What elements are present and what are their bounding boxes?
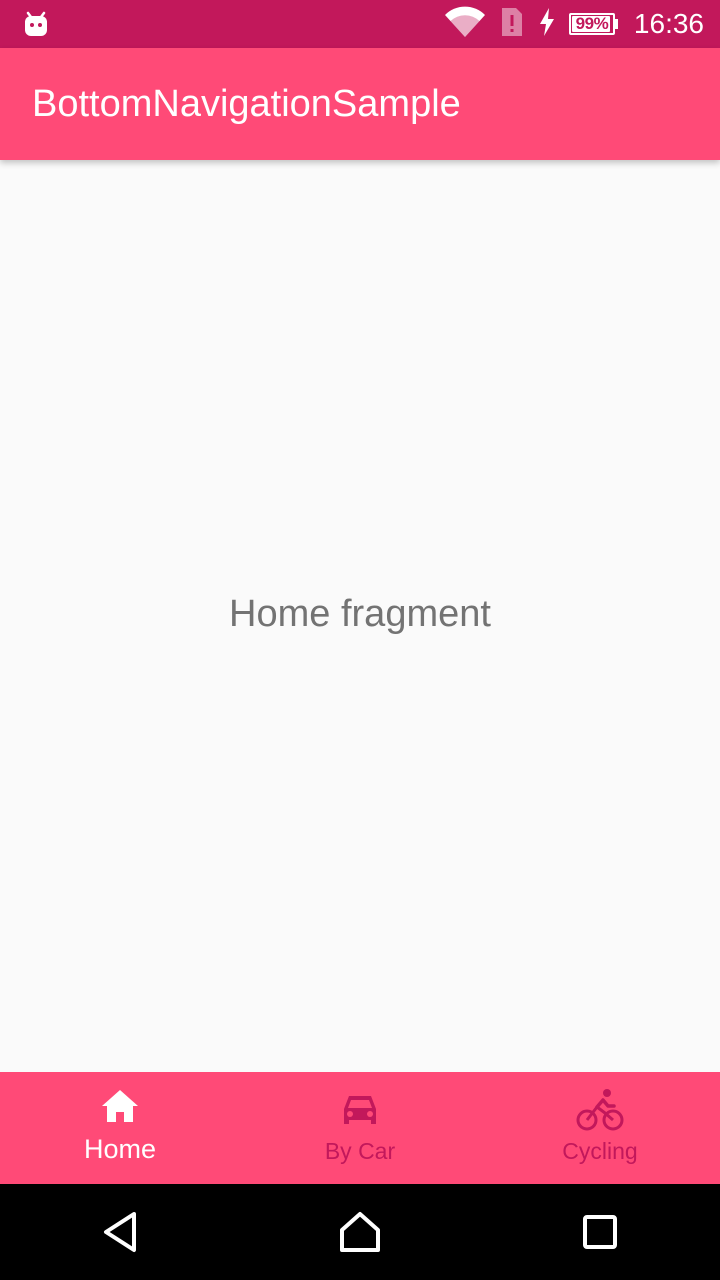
nav-label-home: Home — [83, 1134, 157, 1164]
fragment-container: Home fragment — [0, 160, 720, 1072]
home-nav-icon — [340, 1212, 380, 1252]
bicycle-icon — [576, 1089, 624, 1131]
battery-percent: 99% — [575, 14, 609, 33]
status-icons: 99% 16:36 — [431, 0, 704, 48]
nav-item-by-car[interactable]: By Car — [240, 1072, 480, 1184]
status-bar: 99% 16:36 — [0, 0, 720, 48]
nav-item-cycling[interactable]: Cycling — [480, 1072, 720, 1184]
recents-icon — [583, 1215, 617, 1249]
app-bar: BottomNavigationSample — [0, 48, 720, 160]
home-icon — [102, 1090, 138, 1122]
nav-label-cycling: Cycling — [562, 1138, 638, 1164]
status-time: 16:36 — [633, 8, 704, 39]
recents-button[interactable] — [570, 1202, 630, 1262]
app-title: BottomNavigationSample — [32, 83, 461, 125]
battery-tip — [614, 19, 618, 29]
battery-body: 99% — [568, 13, 615, 35]
wifi-icon — [444, 6, 485, 43]
back-icon — [104, 1212, 136, 1252]
nav-item-home[interactable]: Home — [0, 1072, 240, 1184]
nav-label-by-car: By Car — [324, 1138, 396, 1164]
back-button[interactable] — [90, 1202, 150, 1262]
android-notification-icon — [22, 10, 50, 38]
car-icon — [344, 1096, 376, 1124]
battery-icon: 99% — [568, 13, 618, 35]
fragment-label: Home fragment — [229, 592, 491, 635]
home-nav-button[interactable] — [330, 1202, 390, 1262]
sim-alert-icon — [499, 6, 525, 43]
charging-icon — [539, 7, 555, 41]
bottom-navigation: Home By Car Cycling — [0, 1072, 720, 1184]
system-navigation-bar — [0, 1184, 720, 1280]
